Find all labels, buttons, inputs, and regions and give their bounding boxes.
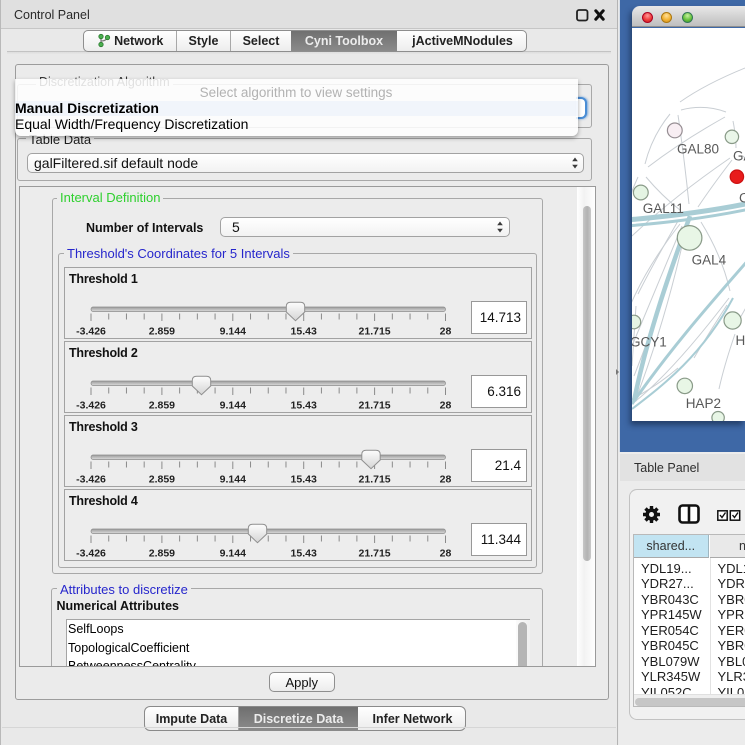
svg-text:9.144: 9.144 [219, 474, 245, 486]
svg-text:2.859: 2.859 [148, 474, 174, 486]
svg-text:28: 28 [439, 474, 451, 486]
svg-text:-3.426: -3.426 [76, 326, 106, 338]
svg-text:28: 28 [439, 548, 451, 560]
svg-text:GA: GA [733, 149, 745, 164]
svg-text:9.144: 9.144 [219, 548, 245, 560]
svg-text:-3.426: -3.426 [76, 400, 106, 412]
svg-text:15.43: 15.43 [290, 474, 316, 486]
svg-text:-3.426: -3.426 [76, 474, 106, 486]
svg-text:2.859: 2.859 [148, 400, 174, 412]
svg-text:9.144: 9.144 [219, 400, 245, 412]
svg-text:-3.426: -3.426 [76, 548, 106, 560]
svg-text:28: 28 [439, 400, 451, 412]
svg-text:GAL11: GAL11 [643, 201, 684, 216]
svg-text:28: 28 [439, 326, 451, 338]
svg-text:15.43: 15.43 [290, 548, 316, 560]
svg-text:GAL4: GAL4 [692, 253, 727, 268]
svg-text:GCY1: GCY1 [632, 335, 667, 350]
svg-text:15.43: 15.43 [290, 326, 316, 338]
svg-text:GAL80: GAL80 [677, 142, 719, 157]
svg-text:21.715: 21.715 [358, 548, 390, 560]
svg-text:2.859: 2.859 [148, 326, 174, 338]
svg-text:2.859: 2.859 [148, 548, 174, 560]
svg-text:21.715: 21.715 [358, 474, 390, 486]
svg-text:15.43: 15.43 [290, 400, 316, 412]
svg-text:HAP2: HAP2 [686, 396, 721, 411]
svg-text:21.715: 21.715 [358, 326, 390, 338]
svg-text:HA: HA [736, 333, 745, 348]
svg-text:21.715: 21.715 [358, 400, 390, 412]
svg-text:9.144: 9.144 [219, 326, 245, 338]
svg-text:CY: CY [739, 191, 745, 206]
